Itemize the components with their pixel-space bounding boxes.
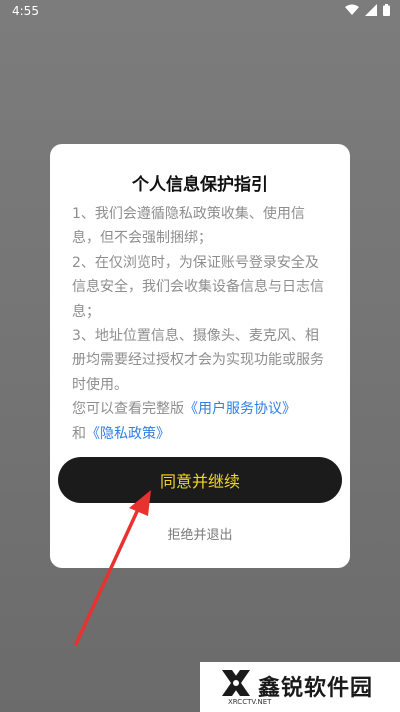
status-time: 4:55: [12, 4, 39, 18]
status-bar: 4:55: [0, 0, 400, 24]
links-prefix: 您可以查看完整版: [72, 401, 184, 418]
policy-links-line-2: 和《隐私政策》: [72, 422, 330, 446]
dialog-title: 个人信息保护指引: [132, 175, 268, 195]
agree-continue-button[interactable]: 同意并继续: [58, 457, 342, 503]
decline-exit-button[interactable]: 拒绝并退出: [50, 524, 350, 543]
privacy-dialog: 个人信息保护指引 1、我们会遵循隐私政策收集、使用信息，但不会强制捆绑； 2、在…: [50, 144, 350, 568]
status-icons: [345, 4, 390, 16]
signal-icon: [365, 4, 377, 16]
links-joiner: 和: [72, 425, 86, 442]
watermark-logo-icon: [220, 668, 252, 702]
policy-links-line: 您可以查看完整版《用户服务协议》: [72, 397, 330, 421]
watermark: 鑫锐软件园 XRCCTV.NET: [200, 662, 400, 712]
policy-item-1: 1、我们会遵循隐私政策收集、使用信息，但不会强制捆绑；: [72, 206, 305, 247]
policy-item-2: 2、在仅浏览时，为保证账号登录安全及信息安全，我们会收集设备信息与日志信息；: [72, 254, 324, 320]
battery-icon: [383, 4, 390, 16]
privacy-policy-link[interactable]: 《隐私政策》: [86, 426, 170, 442]
watermark-url: XRCCTV.NET: [228, 698, 272, 706]
wifi-icon: [345, 4, 359, 16]
user-agreement-link[interactable]: 《用户服务协议》: [184, 401, 296, 417]
policy-item-3: 3、地址位置信息、摄像头、麦克风、相册均需要经过授权才会为实现功能或服务时使用。: [72, 328, 324, 393]
dialog-body: 1、我们会遵循隐私政策收集、使用信息，但不会强制捆绑； 2、在仅浏览时，为保证账…: [72, 202, 330, 446]
watermark-name: 鑫锐软件园: [258, 676, 374, 701]
